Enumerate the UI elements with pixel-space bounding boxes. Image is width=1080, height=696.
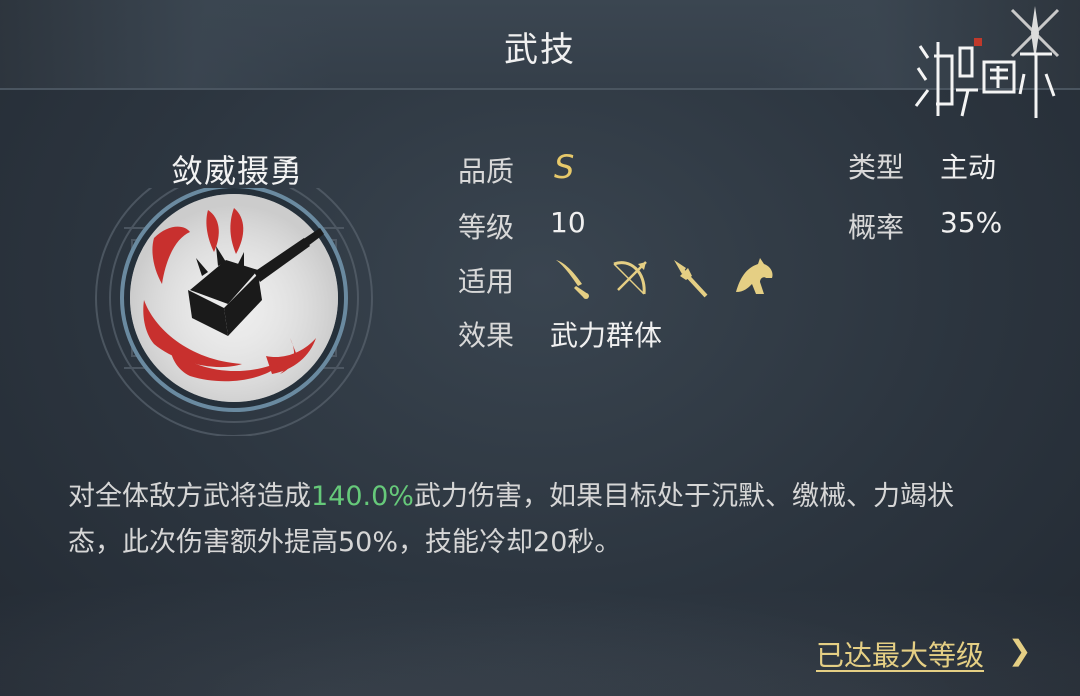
game-logo [914,6,1060,118]
effect-label: 效果 [458,319,515,352]
bow-icon [613,261,647,295]
level-label: 等级 [458,211,515,244]
chance-label: 概率 [848,211,905,244]
applies-label: 适用 [458,265,515,298]
sword-icon [556,260,589,299]
skill-description: 对全体敌方武将造成140.0%武力伤害，如果目标处于沉默、缴械、力竭状态，此次伤… [68,474,968,566]
background-mist [0,556,1080,696]
quality-value: S [554,148,575,186]
spear-icon [674,260,708,298]
effect-value: 武力群体 [550,319,663,352]
damage-percentage: 140.0% [311,481,414,512]
type-value: 主动 [940,151,997,184]
horse-icon [736,258,773,294]
level-value: 10 [550,206,586,239]
chance-value: 35% [940,206,1003,239]
chevron-right-icon[interactable]: ❯ [1008,634,1031,667]
max-level-link[interactable]: 已达最大等级 [816,634,984,674]
quality-label: 品质 [458,155,515,188]
type-label: 类型 [848,151,905,184]
skill-name: 敛威摄勇 [170,152,303,190]
skill-emblem [95,188,373,436]
description-text: 对全体敌方武将造成 [68,481,311,512]
